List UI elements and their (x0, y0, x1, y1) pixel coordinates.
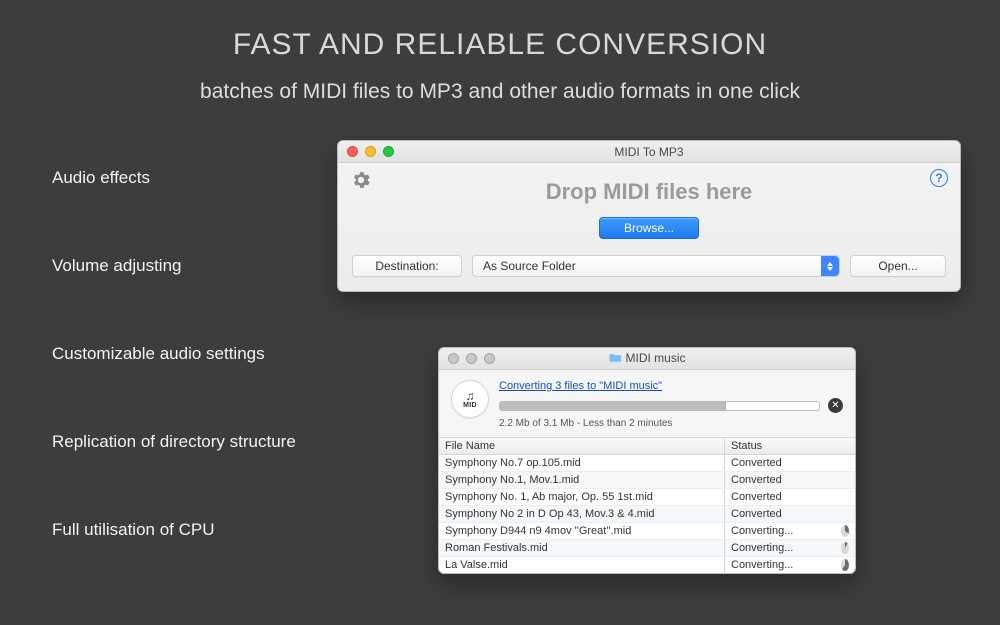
table-row[interactable]: La Valse.midConverting... (439, 557, 855, 573)
progress-bar-fill (500, 402, 726, 410)
cell-progress-indicator (835, 506, 855, 522)
column-header-filename[interactable]: File Name (439, 438, 725, 454)
cell-progress-indicator (835, 523, 855, 539)
table-row[interactable]: Symphony No. 1, Ab major, Op. 55 1st.mid… (439, 489, 855, 506)
window-title: MIDI To MP3 (338, 145, 960, 159)
cell-status: Converted (725, 455, 835, 471)
titlebar[interactable]: MIDI music (439, 348, 855, 370)
feature-item: Volume adjusting (52, 256, 296, 276)
destination-button[interactable]: Destination: (352, 255, 462, 277)
gear-icon[interactable] (350, 169, 372, 191)
cell-progress-indicator (835, 472, 855, 488)
open-button[interactable]: Open... (850, 255, 946, 277)
table-row[interactable]: Symphony No.7 op.105.midConverted (439, 455, 855, 472)
cell-status: Converted (725, 472, 835, 488)
progress-eta-text: 2.2 Mb of 3.1 Mb - Less than 2 minutes (499, 418, 843, 429)
cell-filename: Roman Festivals.mid (439, 540, 725, 556)
feature-item: Customizable audio settings (52, 344, 296, 364)
progress-window: MIDI music ♫ MID Converting 3 files to "… (438, 347, 856, 574)
table-row[interactable]: Symphony D944 n9 4mov ''Great''.midConve… (439, 523, 855, 540)
feature-item: Replication of directory structure (52, 432, 296, 452)
help-icon[interactable]: ? (930, 169, 948, 187)
conversion-status-link[interactable]: Converting 3 files to "MIDI music" (499, 380, 662, 392)
cell-filename: Symphony No 2 in D Op 43, Mov.3 & 4.mid (439, 506, 725, 522)
cell-progress-indicator (835, 540, 855, 556)
cell-status: Converting... (725, 523, 835, 539)
destination-select[interactable]: As Source Folder (472, 255, 840, 277)
pie-progress-icon (841, 542, 849, 554)
cell-filename: Symphony No. 1, Ab major, Op. 55 1st.mid (439, 489, 725, 505)
feature-item: Audio effects (52, 168, 296, 188)
titlebar[interactable]: MIDI To MP3 (338, 141, 960, 163)
table-row[interactable]: Symphony No 2 in D Op 43, Mov.3 & 4.midC… (439, 506, 855, 523)
cancel-button[interactable]: ✕ (828, 398, 843, 413)
chevron-up-down-icon (821, 256, 839, 276)
drop-zone-label: Drop MIDI files here (352, 179, 946, 205)
table-row[interactable]: Symphony No.1, Mov.1.midConverted (439, 472, 855, 489)
page-heading: FAST AND RELIABLE CONVERSION (0, 0, 1000, 62)
pie-progress-icon (841, 525, 849, 537)
minimize-icon[interactable] (466, 353, 477, 364)
window-title: MIDI music (439, 351, 855, 367)
cell-progress-indicator (835, 455, 855, 471)
cell-filename: Symphony No.1, Mov.1.mid (439, 472, 725, 488)
cell-status: Converting... (725, 557, 835, 573)
destination-select-value: As Source Folder (483, 259, 576, 273)
minimize-icon[interactable] (365, 146, 376, 157)
feature-list: Audio effects Volume adjusting Customiza… (52, 168, 296, 540)
progress-bar (499, 401, 820, 411)
cell-progress-indicator (835, 557, 855, 573)
cell-status: Converted (725, 506, 835, 522)
feature-item: Full utilisation of CPU (52, 520, 296, 540)
conversion-table: File Name Status Symphony No.7 op.105.mi… (439, 437, 855, 573)
column-header-status[interactable]: Status (725, 438, 835, 454)
zoom-icon[interactable] (484, 353, 495, 364)
cell-status: Converted (725, 489, 835, 505)
cell-filename: Symphony No.7 op.105.mid (439, 455, 725, 471)
cell-status: Converting... (725, 540, 835, 556)
page-subheading: batches of MIDI files to MP3 and other a… (0, 80, 1000, 104)
close-icon[interactable] (448, 353, 459, 364)
close-icon[interactable] (347, 146, 358, 157)
table-row[interactable]: Roman Festivals.midConverting... (439, 540, 855, 557)
browse-button[interactable]: Browse... (599, 217, 699, 239)
cell-filename: Symphony D944 n9 4mov ''Great''.mid (439, 523, 725, 539)
midi-file-icon: ♫ MID (451, 380, 489, 418)
folder-icon (609, 352, 622, 363)
pie-progress-icon (841, 559, 849, 571)
zoom-icon[interactable] (383, 146, 394, 157)
window-title-text: MIDI music (626, 351, 686, 365)
cell-filename: La Valse.mid (439, 557, 725, 573)
main-app-window: MIDI To MP3 ? Drop MIDI files here Brows… (337, 140, 961, 292)
cell-progress-indicator (835, 489, 855, 505)
